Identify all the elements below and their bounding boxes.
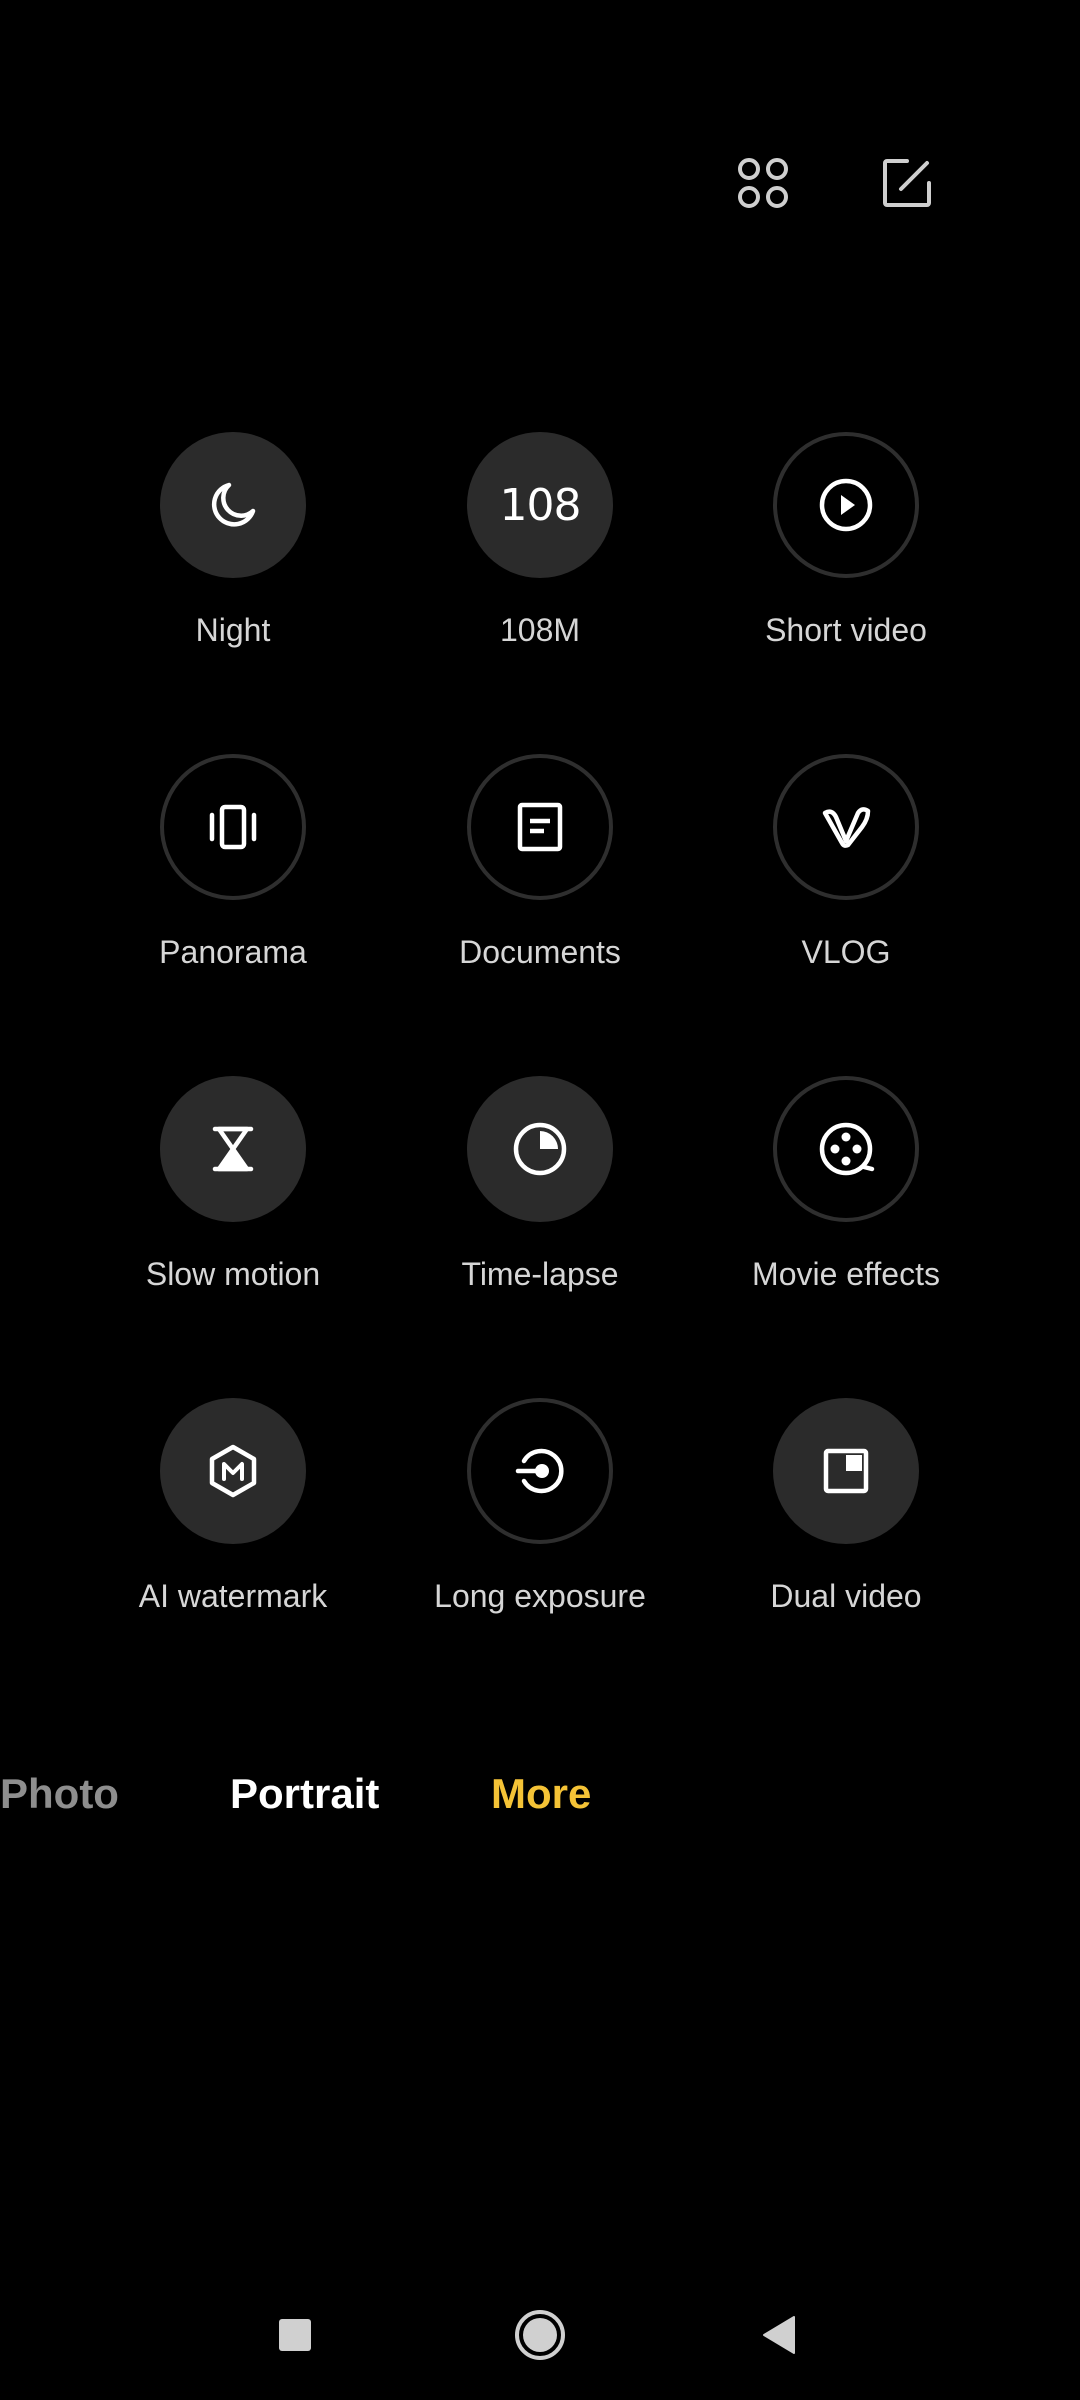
108-icon: 108 xyxy=(499,479,582,531)
mode-label: Long exposure xyxy=(434,1578,646,1614)
mode-short-video[interactable]: Short video xyxy=(693,432,999,692)
play-icon xyxy=(819,478,873,532)
navigation-bar xyxy=(0,2300,1080,2370)
mode-vlog[interactable]: VLOG xyxy=(693,754,999,1014)
mode-label: Dual video xyxy=(770,1578,922,1614)
tab-photo[interactable]: Photo xyxy=(0,1770,119,1818)
mode-dual-video[interactable]: Dual video xyxy=(693,1398,999,1658)
mode-slow-motion-button[interactable] xyxy=(160,1076,306,1222)
mode-tabs: Photo Portrait More xyxy=(0,1770,1080,1830)
mode-ai-watermark[interactable]: AI watermark xyxy=(80,1398,386,1658)
mode-vlog-button[interactable] xyxy=(773,754,919,900)
hourglass-icon xyxy=(212,1126,254,1172)
moon-icon xyxy=(211,482,256,527)
mode-label: 108M xyxy=(499,612,581,648)
grid-icon[interactable] xyxy=(730,150,796,216)
mode-108m[interactable]: 108 108M xyxy=(387,432,693,692)
mode-label: AI watermark xyxy=(138,1578,328,1614)
mode-label: Night xyxy=(195,612,271,648)
vlog-icon xyxy=(822,807,871,848)
mode-night[interactable]: Night xyxy=(80,432,386,692)
mode-night-button[interactable] xyxy=(160,432,306,578)
panorama-icon xyxy=(209,804,257,850)
mode-slow-motion[interactable]: Slow motion xyxy=(80,1076,386,1336)
mode-label: Slow motion xyxy=(145,1256,321,1292)
mode-dual-video-button[interactable] xyxy=(773,1398,919,1544)
mode-label: VLOG xyxy=(801,934,891,970)
edit-icon[interactable] xyxy=(874,150,940,216)
document-icon xyxy=(517,802,563,852)
mode-panorama-button[interactable] xyxy=(160,754,306,900)
mode-label: Documents xyxy=(459,934,621,970)
mode-short-video-button[interactable] xyxy=(773,432,919,578)
mode-movie-effects-button[interactable] xyxy=(773,1076,919,1222)
timer-icon xyxy=(513,1122,567,1176)
film-reel-icon xyxy=(819,1122,875,1176)
square-icon[interactable] xyxy=(260,2300,330,2370)
mode-long-exposure[interactable]: Long exposure xyxy=(387,1398,693,1658)
mode-documents-button[interactable] xyxy=(467,754,613,900)
mode-label: Movie effects xyxy=(752,1256,940,1292)
mode-long-exposure-button[interactable] xyxy=(467,1398,613,1544)
mode-label: Short video xyxy=(765,612,927,648)
mode-ai-watermark-button[interactable] xyxy=(160,1398,306,1544)
watermark-icon xyxy=(209,1444,257,1498)
mode-documents[interactable]: Documents xyxy=(387,754,693,1014)
mode-time-lapse-button[interactable] xyxy=(467,1076,613,1222)
tab-more[interactable]: More xyxy=(491,1770,591,1818)
mode-label: Panorama xyxy=(159,934,307,970)
mode-label: Time-lapse xyxy=(461,1256,619,1292)
mode-108m-button[interactable]: 108 xyxy=(467,432,613,578)
mode-movie-effects[interactable]: Movie effects xyxy=(693,1076,999,1336)
mode-time-lapse[interactable]: Time-lapse xyxy=(387,1076,693,1336)
dual-video-icon xyxy=(823,1448,869,1494)
circle-icon[interactable] xyxy=(505,2300,575,2370)
mode-panorama[interactable]: Panorama xyxy=(80,754,386,1014)
long-exposure-icon xyxy=(515,1448,564,1494)
triangle-back-icon[interactable] xyxy=(745,2300,815,2370)
tab-portrait[interactable]: Portrait xyxy=(230,1770,379,1818)
